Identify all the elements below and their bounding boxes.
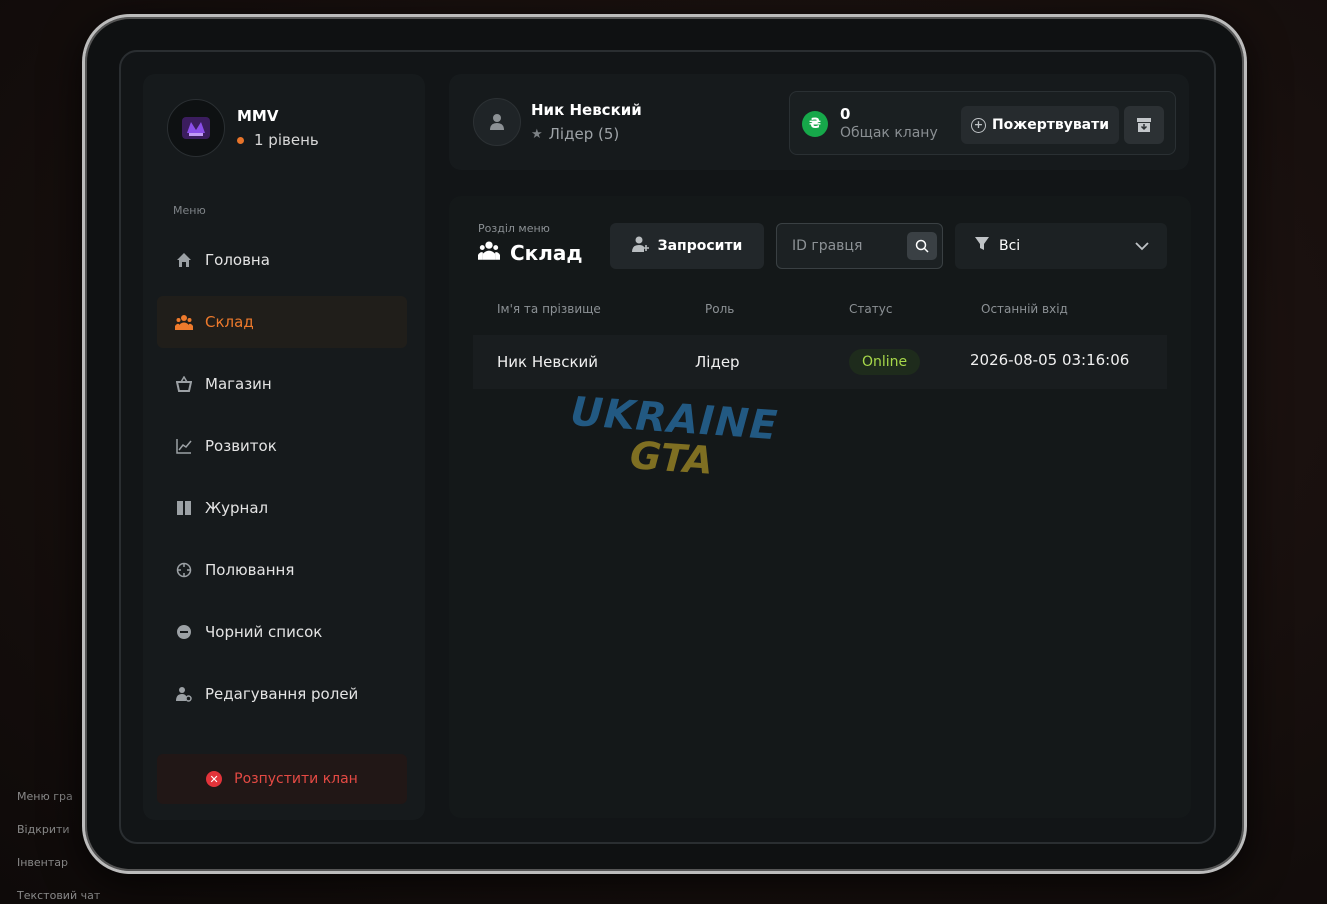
filter-value: Всі xyxy=(999,238,1021,254)
table-row[interactable]: Ник Невский Лідер Online 2026-08-05 03:1… xyxy=(473,335,1167,389)
sidebar-item-roster[interactable]: Склад xyxy=(157,296,407,348)
clan-level-text: 1 рівень xyxy=(254,131,319,149)
member-name: Ник Невский xyxy=(497,353,599,371)
bank-amount: 0 xyxy=(840,105,851,123)
user-header: Ник Невский ★ Лідер (5) ₴ 0 Общак клану … xyxy=(449,74,1189,170)
sidebar-item-label: Склад xyxy=(205,313,254,331)
sidebar-item-label: Редагування ролей xyxy=(205,685,359,703)
sidebar-item-journal[interactable]: Журнал xyxy=(157,482,407,534)
level-dot-icon xyxy=(237,136,244,144)
basket-icon xyxy=(175,375,193,393)
user-role-text: Лідер (5) xyxy=(548,125,620,143)
column-header-name: Ім'я та прізвище xyxy=(497,302,601,316)
main-panel: Розділ меню Склад Запросити ID гравця Вс… xyxy=(449,196,1191,818)
add-user-icon xyxy=(631,236,650,256)
disband-clan-button[interactable]: ✕ Розпустити клан xyxy=(157,754,407,804)
member-role: Лідер xyxy=(695,353,740,371)
chart-icon xyxy=(175,437,193,455)
users-icon xyxy=(478,240,500,265)
clan-header: MMV 1 рівень xyxy=(167,99,319,157)
sidebar-item-label: Розвиток xyxy=(205,437,277,455)
search-button[interactable] xyxy=(907,232,937,260)
sidebar-item-hunting[interactable]: Полювання xyxy=(157,544,407,596)
tablet-screen: MMV 1 рівень Меню Головна Склад Магазин … xyxy=(119,50,1216,844)
donate-button[interactable]: + Пожертвувати xyxy=(961,106,1119,144)
hud-item-player-menu: Меню гра xyxy=(17,790,73,803)
clan-level: 1 рівень xyxy=(237,131,319,149)
sidebar-item-label: Магазин xyxy=(205,375,272,393)
home-icon xyxy=(175,251,193,269)
star-icon: ★ xyxy=(531,126,543,142)
hud-item-open: Відкрити xyxy=(17,823,70,836)
user-icon xyxy=(490,114,504,130)
user-role: ★ Лідер (5) xyxy=(531,125,619,143)
watermark-line2: GTA xyxy=(628,433,715,483)
sidebar-item-label: Полювання xyxy=(205,561,295,579)
search-input[interactable] xyxy=(777,224,902,268)
archive-button[interactable] xyxy=(1124,106,1164,144)
menu-caption: Меню xyxy=(173,204,206,217)
chevron-down-icon xyxy=(1135,239,1149,255)
status-badge: Online xyxy=(849,349,921,375)
clan-bank: ₴ 0 Общак клану + Пожертвувати xyxy=(789,91,1176,155)
status-filter-select[interactable]: Всі xyxy=(955,223,1167,269)
sidebar-item-development[interactable]: Розвиток xyxy=(157,420,407,472)
clan-name: MMV xyxy=(237,107,279,125)
section-caption: Розділ меню xyxy=(478,222,550,235)
page-title-text: Склад xyxy=(510,240,583,265)
invite-label: Запросити xyxy=(657,238,743,254)
crosshair-icon xyxy=(175,561,193,579)
book-icon xyxy=(175,499,193,517)
user-name: Ник Невский xyxy=(531,101,642,119)
watermark-logo: UKRAINE GTA xyxy=(553,388,790,514)
hud-item-inventory: Інвентар xyxy=(17,856,69,869)
donate-label: Пожертвувати xyxy=(991,117,1110,133)
hryvnia-coin-icon: ₴ xyxy=(802,111,828,137)
column-header-role: Роль xyxy=(705,302,735,316)
plus-circle-icon: + xyxy=(970,117,986,133)
close-circle-icon: ✕ xyxy=(206,771,223,787)
column-header-last-login: Останній вхід xyxy=(981,302,1068,316)
sidebar-item-home[interactable]: Головна xyxy=(157,234,407,286)
tablet-frame: MMV 1 рівень Меню Головна Склад Магазин … xyxy=(82,14,1247,874)
sidebar-item-label: Головна xyxy=(205,251,270,269)
invite-button[interactable]: Запросити xyxy=(610,223,764,269)
player-search xyxy=(776,223,943,269)
sidebar-item-blacklist[interactable]: Чорний список xyxy=(157,606,407,658)
clan-logo-icon xyxy=(167,99,225,157)
minus-circle-icon xyxy=(175,623,193,641)
table-header: Ім'я та прізвище Роль Статус Останній вх… xyxy=(473,302,1167,322)
search-icon xyxy=(915,239,929,253)
hud-item-text-chat: Текстовий чат xyxy=(17,889,101,902)
user-gear-icon xyxy=(175,685,193,703)
sidebar-item-edit-roles[interactable]: Редагування ролей xyxy=(157,668,407,720)
archive-icon xyxy=(1137,118,1151,132)
sidebar-item-label: Журнал xyxy=(205,499,269,517)
avatar xyxy=(473,98,521,146)
sidebar-item-shop[interactable]: Магазин xyxy=(157,358,407,410)
disband-clan-label: Розпустити клан xyxy=(234,771,358,787)
users-icon xyxy=(175,313,193,331)
page-title: Склад xyxy=(478,240,583,265)
sidebar-item-label: Чорний список xyxy=(205,623,323,641)
member-last-login: 2026-08-05 03:16:06 xyxy=(970,351,1130,369)
sidebar: MMV 1 рівень Меню Головна Склад Магазин … xyxy=(143,74,425,820)
filter-icon xyxy=(975,237,989,255)
column-header-status: Статус xyxy=(849,302,893,316)
bank-label: Общак клану xyxy=(840,125,938,141)
